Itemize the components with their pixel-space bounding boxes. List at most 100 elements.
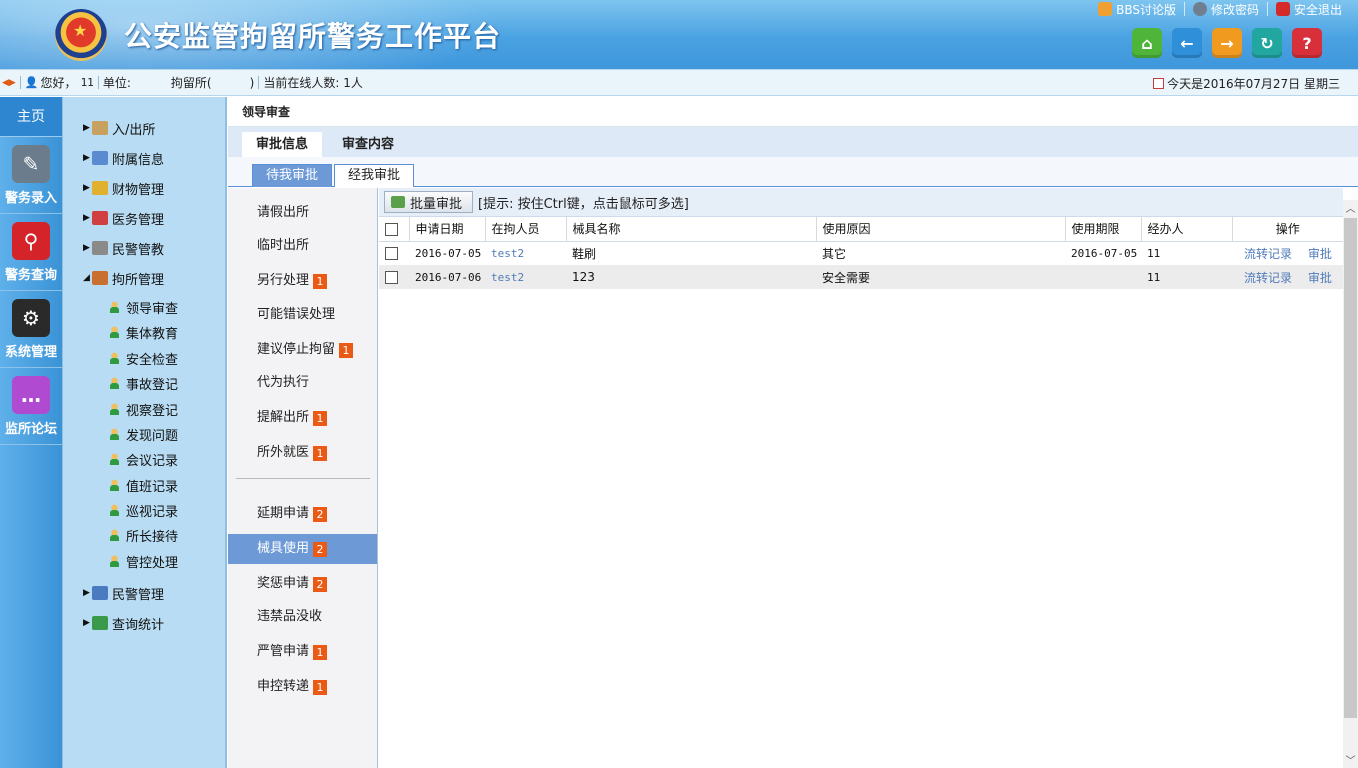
coins-icon	[92, 181, 108, 195]
tree-node-property[interactable]: ▶ 财物管理	[83, 178, 164, 198]
help-icon[interactable]: ?	[1292, 28, 1322, 58]
tab-approval-info[interactable]: 审批信息	[242, 132, 322, 157]
forward-arrow-icon[interactable]: →	[1212, 28, 1242, 58]
col-use-term[interactable]: 使用期限	[1065, 217, 1142, 242]
tab-approved-by-me[interactable]: 经我审批	[334, 164, 414, 187]
police-emblem-icon: ★	[55, 9, 107, 61]
tree-node-discipline[interactable]: ▶ 民警管教	[83, 238, 164, 258]
menu-item-outside-medical[interactable]: 所外就医 1	[228, 438, 377, 468]
col-use-reason[interactable]: 使用原因	[816, 217, 1066, 242]
menu-item-temporary-exit[interactable]: 临时出所	[228, 231, 377, 261]
expand-arrow-icon: ▶	[83, 183, 90, 193]
vertical-scrollbar[interactable]: ︿ ﹀	[1343, 200, 1358, 768]
menu-item-separate-handling[interactable]: 另行处理 1	[228, 266, 377, 296]
close-icon	[1275, 2, 1290, 16]
col-restraint-name[interactable]: 械具名称	[566, 217, 817, 242]
module-forum[interactable]: … 监所论坛	[0, 368, 62, 445]
divider	[258, 76, 260, 89]
tree-child-duty-log[interactable]: 值班记录	[109, 475, 178, 495]
tree-node-police-admin[interactable]: ▶ 民警管理	[83, 583, 164, 603]
menu-item-restraint-use[interactable]: 械具使用 2	[228, 534, 377, 564]
menu-item-proxy-execution[interactable]: 代为执行	[228, 368, 377, 398]
menu-item-possible-error[interactable]: 可能错误处理	[228, 300, 377, 330]
back-arrow-icon[interactable]: ←	[1172, 28, 1202, 58]
flow-record-link[interactable]: 流转记录	[1244, 271, 1292, 285]
tree-node-medical[interactable]: ▶ 医务管理	[83, 208, 164, 228]
cell-use-reason: 其它	[816, 241, 1065, 265]
cell-apply-date: 2016-07-06	[409, 265, 485, 289]
module-system-admin[interactable]: ⚙ 系统管理	[0, 291, 62, 368]
cell-detainee[interactable]: test2	[485, 265, 566, 289]
cell-handler: 11	[1141, 241, 1232, 265]
tab-pending-approval[interactable]: 待我审批	[252, 164, 332, 187]
count-badge: 1	[313, 273, 328, 289]
home-icon[interactable]: ⌂	[1132, 28, 1162, 58]
tree-child-meeting-minutes[interactable]: 会议记录	[109, 449, 178, 469]
change-password-link[interactable]: 修改密码	[1192, 1, 1259, 18]
count-badge: 2	[313, 541, 328, 557]
scroll-down-icon[interactable]: ﹀	[1343, 752, 1358, 768]
tree-child-director-reception[interactable]: 所长接待	[109, 525, 178, 545]
module-label: 监所论坛	[4, 421, 57, 437]
tree-child-group-education[interactable]: 集体教育	[109, 322, 178, 342]
tab-review-content[interactable]: 审查内容	[328, 132, 408, 157]
person-icon	[109, 325, 120, 339]
menu-item-suggest-stop[interactable]: 建议停止拘留 1	[228, 335, 377, 365]
menu-item-appeal-transfer[interactable]: 申控转递 1	[228, 672, 377, 702]
flow-record-link[interactable]: 流转记录	[1244, 247, 1292, 261]
col-handler[interactable]: 经办人	[1141, 217, 1233, 242]
tree-child-label: 会议记录	[126, 453, 179, 469]
table-row[interactable]: 2016-07-05 test2 鞋刷 其它 2016-07-05 11 流转记…	[379, 241, 1343, 265]
menu-item-extension[interactable]: 延期申请 2	[228, 499, 377, 529]
cell-detainee[interactable]: test2	[485, 241, 566, 265]
menu-item-reward-punish[interactable]: 奖惩申请 2	[228, 569, 377, 599]
row-checkbox[interactable]	[385, 247, 398, 261]
logout-link[interactable]: 安全退出	[1275, 1, 1342, 18]
primary-tabs: 审批信息 审查内容	[228, 127, 1358, 157]
tree-child-control-handling[interactable]: 管控处理	[109, 551, 178, 571]
batch-approve-button[interactable]: 批量审批	[384, 191, 474, 213]
module-police-query[interactable]: ⚲ 警务查询	[0, 214, 62, 291]
tree-child-inspection-log[interactable]: 视察登记	[109, 399, 178, 419]
scroll-up-icon[interactable]: ︿	[1343, 200, 1358, 216]
menu-item-leave[interactable]: 请假出所	[228, 198, 377, 228]
refresh-icon[interactable]: ↻	[1252, 28, 1282, 58]
tree-node-statistics[interactable]: ▶ 查询统计	[83, 613, 164, 633]
tree-child-leader-review[interactable]: 领导审查	[109, 297, 178, 317]
divider	[1266, 2, 1268, 16]
tree-child-incident-log[interactable]: 事故登记	[109, 373, 178, 393]
cell-handler: 11	[1141, 265, 1232, 289]
col-detainee[interactable]: 在拘人员	[485, 217, 567, 242]
approve-link[interactable]: 审批	[1308, 271, 1332, 285]
scroll-thumb[interactable]	[1344, 218, 1357, 718]
row-checkbox-cell	[379, 265, 409, 289]
cell-restraint-name: 鞋刷	[566, 241, 816, 265]
col-apply-date[interactable]: 申请日期	[409, 217, 486, 242]
menu-item-strict-control[interactable]: 严管申请 1	[228, 637, 377, 667]
menu-item-escort-exit[interactable]: 提解出所 1	[228, 403, 377, 433]
tree-child-patrol-log[interactable]: 巡视记录	[109, 500, 178, 520]
tree-child-label: 巡视记录	[126, 504, 179, 520]
tree-child-issues-found[interactable]: 发现问题	[109, 424, 178, 444]
tree-node-attached-info[interactable]: ▶ 附属信息	[83, 148, 164, 168]
menu-item-contraband[interactable]: 违禁品没收	[228, 602, 377, 632]
unit-name: 拘留所( )	[170, 76, 255, 90]
collapse-arrows-icon[interactable]: ◀▶	[2, 78, 16, 88]
cell-apply-date: 2016-07-05	[409, 241, 485, 265]
bar-chart-icon	[92, 616, 108, 630]
tree-node-intake[interactable]: ▶ 入/出所	[83, 118, 155, 138]
tree-node-facility-admin[interactable]: ◢ 拘所管理	[83, 268, 164, 288]
table-row[interactable]: 2016-07-06 test2 123 安全需要 11 流转记录 审批	[379, 265, 1343, 289]
menu-item-label: 严管申请	[257, 644, 310, 659]
home-tab[interactable]: 主页	[0, 97, 62, 137]
approve-link[interactable]: 审批	[1308, 247, 1332, 261]
select-all-checkbox[interactable]	[385, 222, 398, 236]
tree-node-label: 入/出所	[112, 122, 156, 138]
row-checkbox[interactable]	[385, 271, 398, 284]
module-police-entry[interactable]: ✎ 警务录入	[0, 137, 62, 214]
bbs-link[interactable]: BBS讨论版	[1098, 1, 1176, 18]
header-banner: ★ 公安监管拘留所警务工作平台 BBS讨论版 修改密码 安全退出 ⌂ ← → ↻…	[0, 0, 1358, 69]
tree-child-label: 安全检查	[126, 352, 179, 368]
menu-item-label: 临时出所	[257, 238, 310, 253]
tree-child-safety-check[interactable]: 安全检查	[109, 348, 178, 368]
